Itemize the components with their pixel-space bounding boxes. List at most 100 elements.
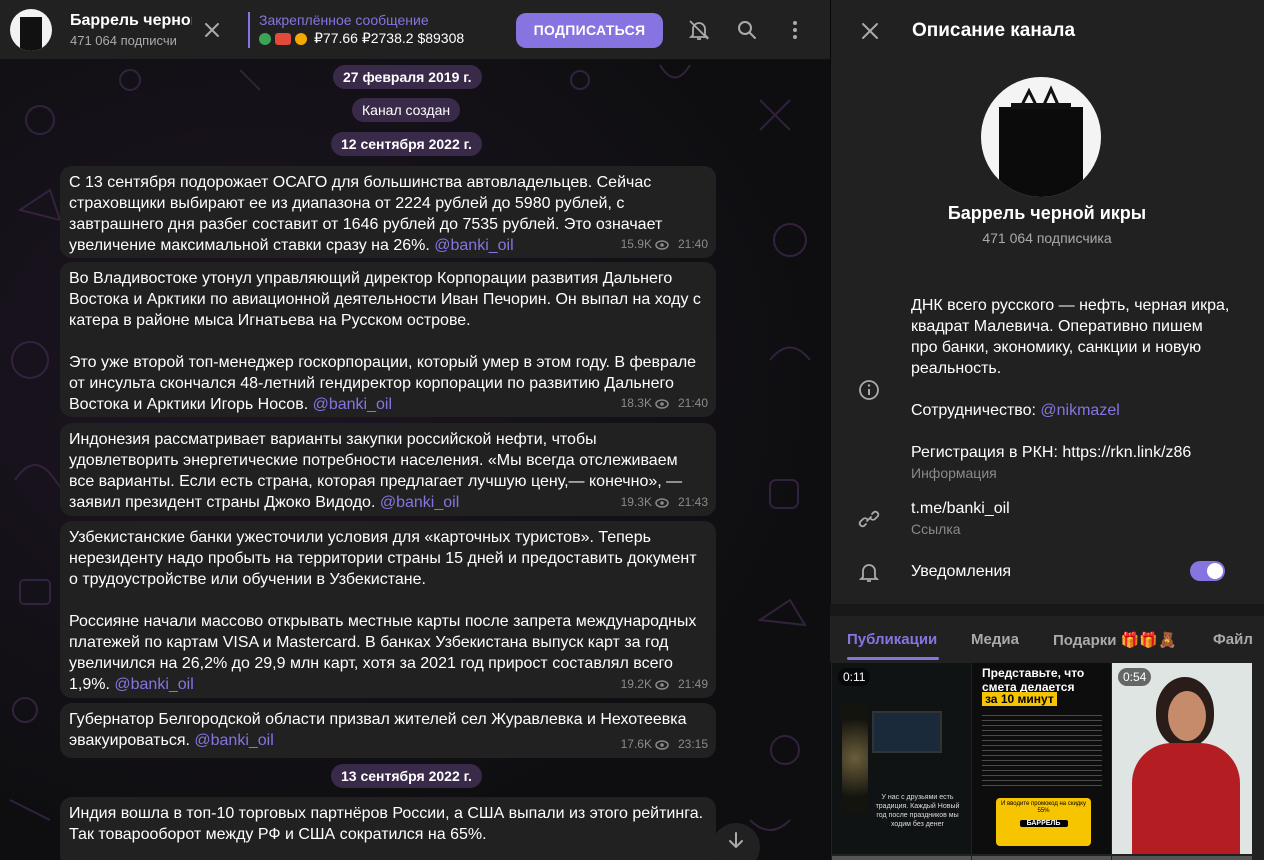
- notifications-toggle[interactable]: [1190, 561, 1225, 581]
- subscribe-button[interactable]: ПОДПИСАТЬСЯ: [516, 13, 663, 48]
- message-text: Узбекистанские банки ужесточили условия …: [69, 529, 697, 693]
- message-link[interactable]: @banki_oil: [313, 396, 392, 413]
- search-icon[interactable]: [735, 18, 759, 42]
- service-message: Канал создан: [352, 98, 461, 122]
- media-thumbnail-next[interactable]: [1112, 856, 1252, 860]
- message-link[interactable]: @banki_oil: [434, 237, 513, 254]
- arrow-down-icon: [729, 832, 743, 849]
- cooperation-label: Сотрудничество:: [911, 402, 1041, 419]
- tree-image: [842, 703, 868, 813]
- ad-headline: Представьте, что смета делается: [982, 666, 1085, 694]
- oil-rig-icon: [1011, 85, 1071, 109]
- notifications-label: Уведомления: [911, 563, 1012, 580]
- rkn-registration[interactable]: Регистрация в РКН: https://rkn.link/z86: [911, 442, 1231, 463]
- eye-icon: [655, 679, 669, 690]
- media-thumbnail[interactable]: 0:54: [1112, 663, 1252, 854]
- tab-files[interactable]: Файл: [1213, 631, 1253, 648]
- dollar-icon: [259, 32, 271, 45]
- message-meta: 19.3K 21:43: [621, 492, 708, 513]
- cooperation-line: Сотрудничество: @nikmazel: [911, 400, 1231, 421]
- message-bubble[interactable]: Узбекистанские банки ужесточили условия …: [60, 521, 716, 698]
- channel-name: Баррель черной икры: [947, 203, 1147, 223]
- view-count: 19.2K: [620, 677, 652, 691]
- oil-icon: [275, 32, 291, 45]
- ad-highlight: за 10 минут: [982, 692, 1057, 706]
- person-face: [1168, 691, 1206, 741]
- channel-title[interactable]: Баррель черной: [70, 12, 192, 30]
- person-jacket: [1132, 743, 1240, 854]
- message-bubble[interactable]: Индия вошла в топ-10 торговых партнёров …: [60, 797, 716, 860]
- link-caption: Ссылка: [911, 521, 961, 537]
- mute-bell-icon[interactable]: [687, 18, 711, 42]
- video-duration: 0:54: [1118, 668, 1152, 686]
- message-text: Индонезия рассматривает варианты закупки…: [69, 431, 683, 511]
- message-bubble[interactable]: Во Владивостоке утонул управляющий дирек…: [60, 262, 716, 417]
- message-text: Губернатор Белгородской области призвал …: [69, 711, 687, 749]
- message-text: Индия вошла в топ-10 торговых партнёров …: [69, 805, 704, 843]
- eye-icon: [655, 398, 669, 409]
- chat-column: Баррель черной 471 064 подписчи Закреплё…: [0, 0, 830, 860]
- view-count: 19.3K: [620, 495, 652, 509]
- channel-subscribers: 471 064 подписчи: [70, 33, 177, 48]
- panel-title: Описание канала: [912, 20, 1076, 41]
- more-menu-icon[interactable]: [783, 18, 807, 42]
- message-meta: 19.2K 21:49: [621, 674, 708, 695]
- channel-description: ДНК всего русского — нефть, черная икра,…: [911, 297, 1230, 377]
- message-bubble[interactable]: Индонезия рассматривает варианты закупки…: [60, 423, 716, 516]
- message-time: 21:43: [677, 495, 708, 509]
- message-meta: 18.3K 21:40: [621, 393, 708, 414]
- info-icon: [857, 378, 881, 402]
- message-bubble[interactable]: С 13 сентября подорожает ОСАГО для больш…: [60, 166, 716, 258]
- scroll-down-button[interactable]: [712, 823, 760, 860]
- promo-brand: БАРРЕЛЬ: [1019, 820, 1068, 827]
- ad-body-text: [982, 711, 1102, 786]
- message-time: 21:40: [677, 237, 708, 251]
- media-thumbnail[interactable]: Представьте, что смета делается за 10 ми…: [972, 663, 1111, 854]
- message-meta: 15.9K 21:40: [621, 234, 708, 255]
- info-caption: Информация: [911, 465, 997, 481]
- message-link[interactable]: @banki_oil: [380, 494, 459, 511]
- eye-icon: [655, 497, 669, 508]
- message-list[interactable]: 27 февраля 2019 г. Канал создан 12 сентя…: [0, 60, 830, 860]
- view-count: 18.3K: [620, 396, 652, 410]
- message-time: 23:15: [677, 737, 708, 751]
- message-link[interactable]: @banki_oil: [194, 732, 273, 749]
- bell-icon: [857, 560, 881, 584]
- eye-icon: [655, 739, 669, 750]
- close-icon[interactable]: [200, 18, 224, 42]
- active-tab-indicator: [847, 657, 939, 660]
- message-meta: 17.6K 23:15: [621, 734, 708, 755]
- channel-avatar[interactable]: [10, 9, 52, 51]
- bitcoin-icon: [295, 32, 307, 45]
- cooperation-link[interactable]: @nikmazel: [1040, 402, 1119, 419]
- eye-icon: [655, 239, 669, 250]
- tab-publications[interactable]: Публикации: [847, 631, 937, 648]
- media-thumbnail[interactable]: У нас с друзьями есть традиция. Каждый Н…: [832, 663, 971, 854]
- message-text: С 13 сентября подорожает ОСАГО для больш…: [69, 174, 663, 254]
- media-thumbnail-next[interactable]: [832, 856, 971, 860]
- view-count: 15.9K: [620, 237, 652, 251]
- date-separator: 27 февраля 2019 г.: [333, 65, 482, 89]
- message-link[interactable]: @banki_oil: [114, 676, 193, 693]
- chat-header[interactable]: Баррель черной 471 064 подписчи Закреплё…: [0, 0, 830, 60]
- media-thumbnail-next[interactable]: [972, 856, 1111, 860]
- message-time: 21:49: [677, 677, 708, 691]
- tab-media[interactable]: Медиа: [971, 631, 1019, 648]
- promo-text: И вводите промокод на скидку 55%: [1001, 801, 1086, 814]
- video-duration: 0:11: [838, 668, 871, 686]
- section-divider: [830, 604, 1264, 616]
- tab-gifts[interactable]: Подарки 🎁🎁🧸: [1053, 631, 1177, 649]
- message-bubble[interactable]: Губернатор Белгородской области призвал …: [60, 703, 716, 758]
- channel-avatar-large[interactable]: [981, 77, 1101, 197]
- date-separator: 13 сентября 2022 г.: [331, 764, 482, 788]
- pinned-text: ₽77.66 ₽2738.2 $89308: [314, 30, 465, 46]
- close-icon[interactable]: [858, 19, 882, 43]
- video-caption: У нас с друзьями есть традиция. Каждый Н…: [875, 794, 960, 828]
- view-count: 17.6K: [620, 737, 652, 751]
- message-time: 21:40: [677, 396, 708, 410]
- channel-link[interactable]: t.me/banki_oil: [911, 498, 1231, 519]
- date-separator: 12 сентября 2022 г.: [331, 132, 482, 156]
- pinned-message[interactable]: Закреплённое сообщение ₽77.66 ₽2738.2 $8…: [248, 12, 464, 48]
- message-text: Во Владивостоке утонул управляющий дирек…: [69, 270, 701, 413]
- promo-card: И вводите промокод на скидку 55% БАРРЕЛЬ: [996, 798, 1091, 846]
